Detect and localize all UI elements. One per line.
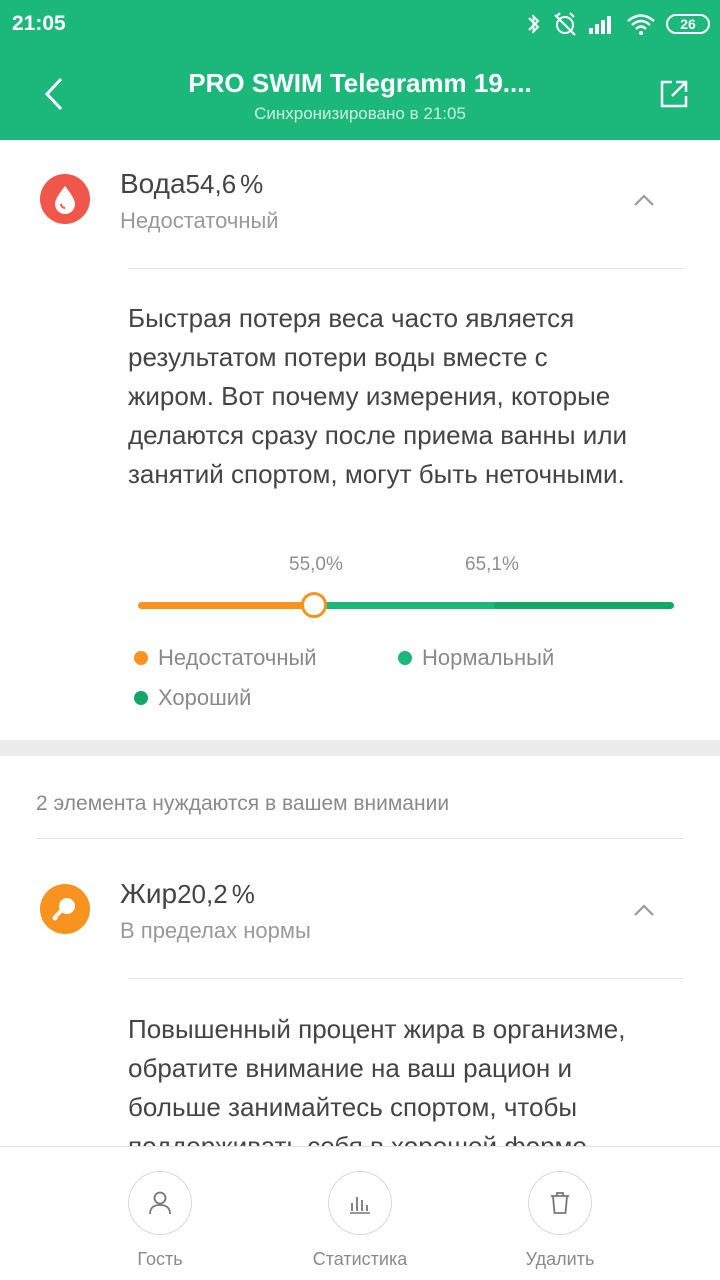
app-header: 21:05 26 PRO SWIM Telegramm 19.... Синхр… [0,0,720,140]
water-desc-line: занятий спортом, могут быть неточными. [128,459,625,489]
bar-chart-icon [350,1197,370,1214]
fat-label: Жир [120,878,178,909]
status-time: 21:05 [12,12,66,35]
alarm-off-icon [554,12,576,36]
delete-button[interactable]: Удалить [490,1171,630,1270]
trash-icon [551,1192,569,1214]
threshold-high-label: 65,1% [465,554,519,575]
fat-description: Повышенный процент жира в организме, обр… [128,1010,688,1166]
water-desc-line: жиром. Вот почему измерения, которые [128,381,611,411]
wifi-icon [627,14,655,35]
status-icons: 26 [526,10,710,38]
section-divider [0,740,720,756]
scale-segment-normal [314,602,498,609]
divider [36,838,684,839]
statistics-button[interactable]: Статистика [290,1171,430,1270]
bottom-nav: Гость Статистика Удалить [0,1146,720,1280]
statistics-label: Статистика [312,1249,408,1269]
scale-marker [301,592,327,618]
guest-icon-circle [128,1171,192,1235]
guest-label: Гость [137,1249,183,1269]
water-description: Быстрая потеря веса часто является резул… [128,299,688,494]
legend-good: Хороший [134,685,251,711]
fat-title: Жир20,2% [120,878,255,910]
legend-low: Недостаточный [134,645,317,671]
fat-status: В пределах нормы [120,918,311,943]
water-status: Недостаточный [120,208,279,233]
fat-desc-line: Повышенный процент жира в организме, [128,1014,626,1044]
share-icon [660,80,688,108]
water-unit: % [240,169,264,199]
attention-text: 2 элемента нуждаются в вашем внимании [36,792,450,815]
divider [128,268,684,269]
water-drop-icon [40,174,90,224]
divider [128,978,684,979]
status-bar: 21:05 26 [0,0,720,48]
fat-drumstick-icon [40,884,90,934]
legend-normal-label: Нормальный [422,645,555,670]
orange-dot-icon [134,651,148,665]
legend-normal: Нормальный [398,645,554,671]
fat-desc-line: обратите внимание на ваш рацион и [128,1053,573,1083]
fat-value: 20,2 [177,879,228,909]
water-desc-line: результатом потери воды вместе с [128,342,548,372]
sync-status: Синхронизировано в 21:05 [254,104,466,123]
bluetooth-icon [528,14,540,34]
scale-segment-good [494,602,674,609]
signal-icon [589,16,611,34]
guest-button[interactable]: Гость [90,1171,230,1270]
battery-icon: 26 [666,14,710,34]
delete-label: Удалить [525,1249,595,1269]
water-desc-line: делаются сразу после приема ванны или [128,420,628,450]
statistics-icon-circle [328,1171,392,1235]
back-button[interactable] [36,72,72,116]
dark-green-dot-icon [134,691,148,705]
water-desc-line: Быстрая потеря веса часто является [128,303,575,333]
collapse-fat-chevron-up-icon[interactable] [630,900,658,920]
legend-good-label: Хороший [158,685,252,710]
water-label: Вода [120,168,186,199]
water-value: 54,6 [185,169,237,199]
share-button[interactable] [654,74,694,114]
collapse-water-chevron-up-icon[interactable] [630,190,658,210]
delete-icon-circle [528,1171,592,1235]
legend-low-label: Недостаточный [158,645,317,670]
green-dot-icon [398,651,412,665]
water-title: Вода54,6% [120,168,263,200]
fat-desc-line: больше занимайтесь спортом, чтобы [128,1092,578,1122]
person-icon [149,1191,171,1215]
threshold-low-label: 55,0% [289,554,343,575]
scale-segment-low [138,602,320,609]
chevron-left-icon [44,77,63,111]
page-title: PRO SWIM Telegramm 19.... [188,68,532,98]
fat-unit: % [231,879,255,909]
